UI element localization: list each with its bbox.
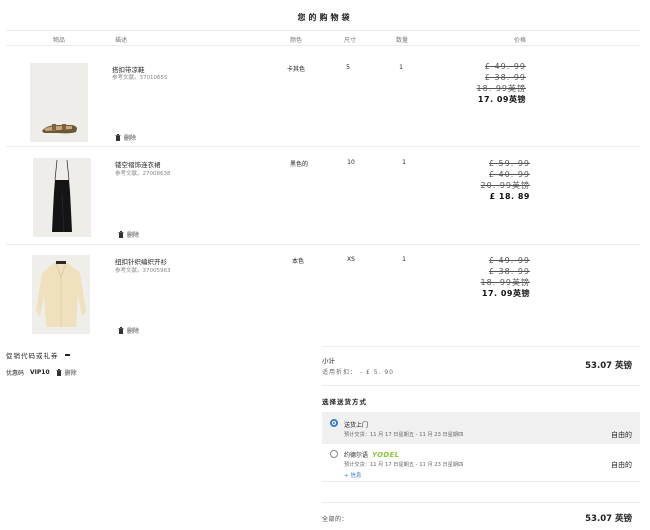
old-price: £ 38. 99	[484, 73, 526, 82]
item-size: 10	[347, 159, 355, 166]
current-price: 17. 09英镑	[477, 95, 526, 104]
radio-unselected[interactable]	[330, 450, 338, 458]
product-image-sandals[interactable]	[30, 63, 88, 142]
delete-label: 删除	[64, 370, 77, 377]
old-price: 20. 99英镑	[480, 181, 530, 190]
page-title: 您的购物袋	[297, 13, 353, 22]
promo-code-label: 优惠码	[6, 370, 25, 377]
shipping-option-home-delivery[interactable]: 送货上门 预计交货：11 月 17 日星期五 - 11 月 23 日星期四 自由…	[322, 412, 640, 444]
delete-item-button[interactable]: 删除	[118, 326, 139, 335]
shipping-option-yodel[interactable]: 约德尔语 YODEL 预计交货：11 月 17 日星期五 - 11 月 23 日…	[322, 444, 640, 482]
shipping-eta: 预计交货：11 月 17 日星期五 - 11 月 23 日星期四	[344, 432, 464, 438]
trash-icon	[118, 231, 124, 238]
item-color: 卡其色	[286, 66, 305, 73]
shipping-price: 自由的	[611, 431, 632, 439]
divider	[322, 385, 640, 386]
trash-icon	[115, 134, 121, 141]
cart-item: 镂空褶饰连衣裙 参考文献。27008638 删除 黑色的 10 1 £ 59. …	[6, 148, 640, 245]
trash-icon	[56, 369, 62, 376]
item-prices: £ 49. 99 £ 38. 99 18. 99英镑 17. 09英镑	[450, 255, 530, 300]
promo-code-value: VIP10	[30, 369, 50, 376]
shipping-price: 自由的	[611, 461, 632, 469]
shipping-option-name-row: 约德尔语 YODEL	[344, 450, 400, 460]
total-label: 全部的：	[322, 516, 349, 523]
item-prices: £ 49. 99 £ 38. 99 18. 99英镑 17. 09英镑	[446, 61, 526, 106]
item-reference: 参考文献。37010655	[112, 75, 168, 81]
cart-item: 纽扣针织编织开衫 参考文献。37005963 删除 本色 XS 1 £ 49. …	[6, 246, 640, 342]
item-color: 黑色的	[289, 161, 308, 168]
item-reference: 参考文献。27008638	[115, 171, 171, 177]
item-size: 5	[346, 64, 350, 71]
subtotal-value: 53.07 英镑	[585, 361, 632, 371]
item-name[interactable]: 纽扣针织编织开衫	[115, 256, 167, 266]
subtotal-label: 小计	[322, 357, 335, 365]
delete-item-button[interactable]: 删除	[115, 133, 136, 142]
trash-icon	[118, 327, 124, 334]
old-price: 18. 99英镑	[476, 84, 526, 93]
col-quantity: 数量	[396, 37, 409, 44]
item-quantity[interactable]: 1	[391, 64, 411, 71]
col-price: 价格	[514, 37, 527, 44]
delete-label: 删除	[124, 135, 137, 142]
remove-promo-button[interactable]: 删除	[56, 368, 77, 377]
shipping-eta: 预计交货：11 月 17 日星期五 - 11 月 23 日星期四	[344, 462, 464, 468]
product-image-cardigan[interactable]	[32, 255, 90, 334]
col-color: 颜色	[290, 37, 303, 44]
old-price: £ 38. 99	[488, 267, 530, 276]
cart-item: 搭扣带凉鞋 参考文献。37010655 删除 卡其色 5 1 £ 49. 99 …	[6, 47, 640, 147]
delete-item-button[interactable]: 删除	[118, 230, 139, 239]
delete-label: 删除	[127, 232, 140, 239]
promo-code-toggle[interactable]: 促销代码或礼券	[6, 350, 70, 360]
radio-selected[interactable]	[330, 419, 338, 427]
col-size: 尺寸	[344, 37, 357, 44]
shipping-option-name: 约德尔语	[344, 452, 369, 459]
delete-label: 删除	[127, 328, 140, 335]
divider	[322, 346, 640, 347]
more-info-link[interactable]: + 信息	[344, 471, 361, 479]
shipping-option-name: 送货上门	[344, 422, 369, 429]
total-value: 53.07 英镑	[585, 514, 632, 524]
item-quantity[interactable]: 1	[394, 256, 414, 263]
item-name[interactable]: 镂空褶饰连衣裙	[115, 159, 161, 169]
yodel-logo: YODEL	[372, 450, 400, 459]
promo-title: 促销代码或礼券	[6, 352, 59, 360]
item-quantity[interactable]: 1	[394, 159, 414, 166]
col-item: 物品	[53, 37, 66, 44]
shipping-method-title: 选择送货方式	[322, 398, 367, 406]
collapse-minus-icon	[64, 354, 70, 356]
item-prices: £ 59. 99 £ 40. 99 20. 99英镑 £ 18. 89	[450, 158, 530, 203]
item-color: 本色	[291, 258, 304, 265]
discount-applied: 适用折扣： - £ 5. 90	[322, 369, 394, 376]
product-image-dress[interactable]	[33, 158, 91, 237]
item-size: XS	[347, 256, 355, 263]
item-reference: 参考文献。37005963	[115, 268, 171, 274]
old-price: £ 40. 99	[488, 170, 530, 179]
old-price: £ 49. 99	[488, 256, 530, 265]
cart-table-header: 物品 描述 颜色 尺寸 数量 价格	[6, 30, 640, 46]
applied-promo: 优惠码 VIP10 删除	[6, 368, 77, 377]
divider	[322, 502, 640, 503]
old-price: 18. 99英镑	[480, 278, 530, 287]
col-description: 描述	[115, 37, 128, 44]
old-price: £ 49. 99	[484, 62, 526, 71]
current-price: 17. 09英镑	[481, 289, 530, 298]
current-price: £ 18. 89	[489, 192, 530, 201]
old-price: £ 59. 99	[488, 159, 530, 168]
